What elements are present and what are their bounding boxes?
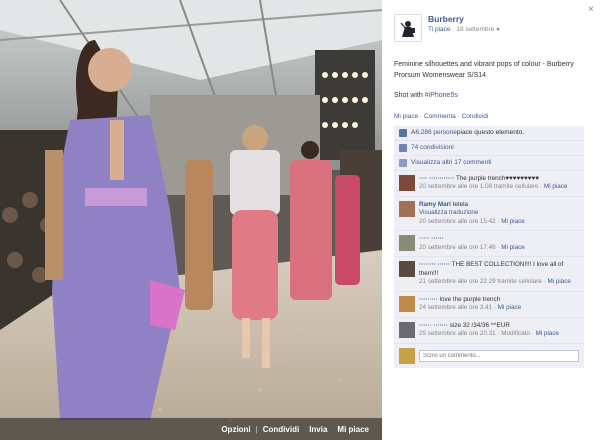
comment-item: ········· love the purple trench 24 sette… xyxy=(394,292,584,318)
commenter-avatar[interactable] xyxy=(399,295,415,312)
comment-body: ········ ······ THE BEST COLLECTION!!!! … xyxy=(419,261,579,287)
comment-author[interactable]: Ramy Marí xyxy=(419,201,451,208)
hashtag-link[interactable]: #iPhone5s xyxy=(425,92,458,99)
commenter-avatar[interactable] xyxy=(399,200,415,217)
view-more-link[interactable]: Visualizza altri 17 commenti xyxy=(411,159,491,166)
photo-action-bar: Opzioni | Condividi Invia Mi piace xyxy=(0,418,382,440)
comment-body: ······ ······· size 32 /34/36 ^^EUR 25 se… xyxy=(419,322,559,339)
burberry-knight-logo-icon xyxy=(400,21,415,37)
post-header: Burberry Ti piace · 18 settembre ● xyxy=(394,14,588,42)
comment-meta: 20 settembre alle ore 1.08 tramite cellu… xyxy=(419,183,567,190)
post-hashtag-line: Shot with #iPhone5s xyxy=(394,92,588,99)
comment-meta: 20 settembre alle ore 17.46 · Mi piace xyxy=(419,244,525,251)
view-more-comments[interactable]: Visualizza altri 17 commenti xyxy=(394,156,584,171)
comment-body: ····· ······ 20 settembre alle ore 17.46 … xyxy=(419,235,525,252)
comment-text: tetela xyxy=(450,200,469,208)
comment-date[interactable]: 24 settembre alle ore 3.41 xyxy=(419,304,492,311)
comment-like-link[interactable]: Mi piace xyxy=(501,244,524,251)
comment-meta: 25 settembre alle ore 20.31 · Modificato… xyxy=(419,330,559,337)
comment-like-link[interactable]: Mi piace xyxy=(501,218,524,225)
page-avatar[interactable] xyxy=(394,14,422,42)
shot-prefix: Shot with xyxy=(394,91,425,99)
comment-author[interactable]: ········· xyxy=(419,296,438,303)
comment-text: love the purple trench xyxy=(437,295,501,303)
likes-summary: A 6.286 persone piace questo elemento. xyxy=(394,126,584,141)
send-link[interactable]: Invia xyxy=(304,425,332,434)
comment-date[interactable]: 25 settembre alle ore 20.31 xyxy=(419,330,496,337)
translate-link[interactable]: Visualizza traduzione xyxy=(419,209,478,216)
thumbs-up-icon xyxy=(399,128,407,137)
share-icon xyxy=(399,143,407,152)
commenter-avatar[interactable] xyxy=(399,321,415,338)
comment-meta: 21 settembre alle ore 22.29 tramite cell… xyxy=(419,278,571,285)
comment-body: Ramy Marí tetela Visualizza traduzione 20 … xyxy=(419,201,525,227)
comment-composer xyxy=(394,344,584,368)
comment-author[interactable]: ······ ······· xyxy=(419,322,448,329)
comment-body: ········· love the purple trench 24 sette… xyxy=(419,296,521,313)
side-panel: × Burberry Ti piace · 18 settembre ● Fem… xyxy=(382,0,600,440)
likes-suffix: piace questo elemento. xyxy=(456,129,525,137)
globe-icon: ● xyxy=(496,26,501,33)
comment-bubble-icon xyxy=(399,158,407,167)
runway-photo xyxy=(0,0,382,440)
share-action[interactable]: Condividi xyxy=(462,113,489,120)
comment-item: ········ ······ THE BEST COLLECTION!!!! … xyxy=(394,257,584,292)
comment-item: ···· ············ The purple trench♥♥♥♥♥… xyxy=(394,171,584,197)
comment-text: size 32 /34/36 ^^EUR xyxy=(448,321,510,329)
liked-status[interactable]: Ti piace xyxy=(428,26,451,33)
comment-like-link[interactable]: Mi piace xyxy=(547,278,570,285)
post-date[interactable]: 18 settembre xyxy=(456,26,494,33)
comment-text: The purple trench♥♥♥♥♥♥♥♥♥ xyxy=(454,174,539,182)
user-avatar xyxy=(399,347,415,364)
comment-date[interactable]: 20 settembre alle ore 15.42 xyxy=(419,218,496,225)
likes-count-link[interactable]: 6.286 persone xyxy=(415,129,457,136)
comment-item: ······ ······· size 32 /34/36 ^^EUR 25 se… xyxy=(394,318,584,344)
share-link[interactable]: Condividi xyxy=(258,425,304,434)
comment-like-link[interactable]: Mi piace xyxy=(498,304,521,311)
comment-meta: 24 settembre alle ore 3.41 · Mi piace xyxy=(419,304,521,311)
like-action[interactable]: Mi piace xyxy=(394,113,418,120)
options-link[interactable]: Opzioni xyxy=(216,425,255,434)
comment-list: ···· ············ The purple trench♥♥♥♥♥… xyxy=(394,171,584,344)
commenter-avatar[interactable] xyxy=(399,235,415,252)
comment-like-link[interactable]: Mi piace xyxy=(536,330,559,337)
comment-item: Ramy Marí tetela Visualizza traduzione 20 … xyxy=(394,197,584,232)
page-name[interactable]: Burberry xyxy=(428,14,500,24)
comment-author[interactable]: ········ ······ xyxy=(419,261,450,268)
commenter-avatar[interactable] xyxy=(399,174,415,191)
feedback-box: A 6.286 persone piace questo elemento. 7… xyxy=(394,125,584,368)
modified-label: Modificato xyxy=(501,330,530,338)
like-link[interactable]: Mi piace xyxy=(332,425,374,434)
post-actions: Mi piace · Commenta · Condividi xyxy=(394,113,588,120)
shares-summary: 74 condivisioni xyxy=(394,141,584,156)
comment-input[interactable] xyxy=(419,349,579,362)
comment-date[interactable]: 20 settembre alle ore 17.46 xyxy=(419,244,496,251)
comment-like-link[interactable]: Mi piace xyxy=(544,183,567,190)
comment-action[interactable]: Commenta xyxy=(424,113,456,120)
comment-date[interactable]: 20 settembre alle ore 1.08 tramite cellu… xyxy=(419,183,538,190)
comment-author[interactable]: ····· ······ xyxy=(419,235,444,242)
comment-meta: 20 settembre alle ore 15.42 · Mi piace xyxy=(419,218,525,225)
post-caption: Feminine silhouettes and vibrant pops of… xyxy=(394,61,574,79)
post-meta: Ti piace · 18 settembre ● xyxy=(428,26,500,33)
shares-count-link[interactable]: 74 condivisioni xyxy=(411,144,454,151)
comment-body: ···· ············ The purple trench♥♥♥♥♥… xyxy=(419,175,567,192)
close-icon[interactable]: × xyxy=(588,4,594,15)
commenter-avatar[interactable] xyxy=(399,261,415,278)
photo-viewer[interactable]: Opzioni | Condividi Invia Mi piace xyxy=(0,0,382,440)
comment-date[interactable]: 21 settembre alle ore 22.29 tramite cell… xyxy=(419,278,542,285)
comment-author[interactable]: ···· ············ xyxy=(419,175,454,182)
comment-item: ····· ······ 20 settembre alle ore 17.46 … xyxy=(394,231,584,258)
